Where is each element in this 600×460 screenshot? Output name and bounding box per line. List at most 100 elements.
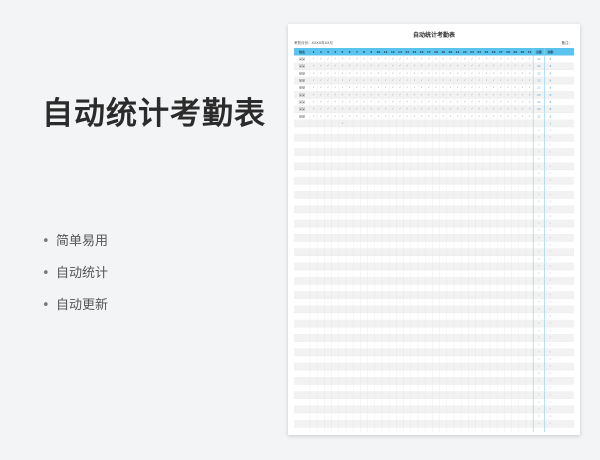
header-day: 7 (356, 50, 358, 54)
day-mark: √ (349, 57, 351, 61)
table-row (294, 420, 574, 428)
day-mark: √ (392, 57, 394, 61)
day-mark: √ (450, 99, 452, 103)
attendance-sheet: 自动统计考勤表 考勤月份：XXXX年XX月 备注： 姓名 1 2 3 4 5 6 7 8 9 10 1… (288, 24, 580, 435)
absent-count: 0 (550, 344, 552, 347)
day-mark: √ (414, 71, 416, 75)
day-mark: √ (486, 99, 488, 103)
day-mark: √ (334, 71, 336, 75)
day-mark: √ (493, 114, 495, 118)
day-mark: √ (464, 71, 466, 75)
day-mark: √ (493, 85, 495, 89)
attend-count: 0 (538, 315, 540, 318)
day-mark: √ (464, 57, 466, 61)
day-mark: √ (349, 85, 351, 89)
day-mark: √ (334, 57, 336, 61)
header-day: 9 (370, 50, 372, 54)
day-mark: √ (356, 85, 358, 89)
day-mark: √ (457, 71, 459, 75)
header-name: 姓名 (298, 49, 305, 54)
day-mark: √ (529, 57, 531, 61)
header-day: 16 (420, 50, 424, 54)
day-mark: √ (320, 99, 322, 103)
table-row (294, 234, 574, 242)
attend-count: 0 (538, 329, 540, 332)
day-mark: √ (442, 99, 444, 103)
attend-count: 0 (538, 229, 540, 232)
day-mark: √ (435, 71, 437, 75)
day-mark: √ (363, 99, 365, 103)
attend-count: 0 (538, 301, 540, 304)
day-mark: √ (471, 57, 473, 61)
absent-count: 0 (550, 243, 552, 246)
row-name: 某某 (299, 70, 305, 75)
table-row (294, 248, 574, 256)
absent-count: 8 (550, 100, 552, 104)
header-day: 15 (412, 50, 416, 54)
day-mark: √ (421, 71, 423, 75)
attend-count: 22 (537, 107, 541, 111)
header-day: 28 (506, 50, 510, 54)
attend-count: 0 (538, 143, 540, 146)
day-mark: √ (428, 71, 430, 75)
bullet-icon: • (42, 298, 50, 313)
day-mark: √ (493, 99, 495, 103)
header-day: 12 (391, 50, 395, 54)
day-mark: √ (406, 57, 408, 61)
day-mark: √ (507, 57, 509, 61)
header-day: 27 (499, 50, 503, 54)
header-day: 25 (484, 50, 488, 54)
absent-count: 0 (550, 272, 552, 275)
day-mark: √ (478, 114, 480, 118)
table-row (294, 119, 574, 127)
day-mark: √ (313, 57, 315, 61)
table-row (294, 377, 574, 385)
table-row (294, 348, 574, 356)
day-mark: √ (435, 114, 437, 118)
table-row (294, 177, 574, 185)
day-mark: √ (392, 85, 394, 89)
attend-count: 0 (538, 201, 540, 204)
day-mark: √ (406, 71, 408, 75)
day-mark: √ (522, 114, 524, 118)
attendance-table: 姓名 1 2 3 4 5 6 7 8 9 10 11 12 13 14 15 16 17 18 19 20 21 22 23 2… (294, 48, 574, 432)
day-mark: √ (486, 57, 488, 61)
absent-count: 8 (550, 71, 552, 75)
table-row (294, 148, 574, 156)
day-mark: √ (327, 57, 329, 61)
day-mark: √ (414, 57, 416, 61)
absent-count: 0 (550, 258, 552, 261)
day-mark: √ (327, 99, 329, 103)
day-mark: √ (500, 99, 502, 103)
absent-count: 8 (550, 79, 552, 83)
attend-count: 0 (538, 286, 540, 289)
day-mark: √ (363, 85, 365, 89)
row-name: 某某 (299, 92, 305, 97)
row-name: 某某 (299, 99, 305, 104)
day-mark: √ (392, 71, 394, 75)
day-mark: √ (320, 71, 322, 75)
attend-count: 0 (538, 186, 540, 189)
day-mark: √ (471, 114, 473, 118)
feature-item: • 自动统计 (42, 264, 108, 296)
absent-count: 1 (550, 121, 552, 125)
attend-count: 0 (538, 415, 540, 418)
day-mark: √ (507, 99, 509, 103)
attend-count: 22 (537, 71, 541, 75)
day-mark: √ (356, 99, 358, 103)
header-day: 26 (492, 50, 496, 54)
attend-count: 0 (538, 215, 540, 218)
day-mark: √ (320, 114, 322, 118)
absent-count: 0 (550, 229, 552, 232)
absent-count: 0 (550, 201, 552, 204)
day-mark: √ (392, 114, 394, 118)
header-day: 17 (427, 50, 431, 54)
day-mark: √ (514, 114, 516, 118)
attend-count: 0 (538, 272, 540, 275)
table-row (294, 205, 574, 213)
day-mark: √ (450, 114, 452, 118)
day-mark: √ (464, 85, 466, 89)
header-day: 21 (456, 50, 460, 54)
day-mark: √ (428, 85, 430, 89)
attend-count: 0 (538, 344, 540, 347)
